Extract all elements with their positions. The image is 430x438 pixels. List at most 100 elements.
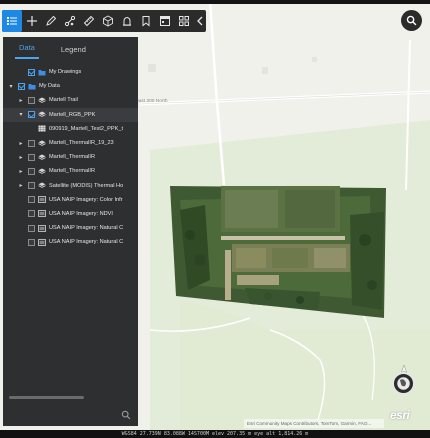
layer-row[interactable]: ▸ Satellite (MODIS) Thermal Ho (3, 179, 138, 193)
basemap-icon (159, 16, 170, 26)
layer-visibility-checkbox[interactable] (28, 68, 35, 76)
layer-visibility-checkbox[interactable] (18, 82, 25, 90)
capture-button[interactable] (117, 10, 136, 32)
layers-icon (38, 168, 46, 175)
layers-icon (38, 111, 46, 118)
layer-tree: My Drawings ▾ My Data ▸ Martell Trail ▾ Martel… (3, 65, 138, 249)
bookmark-button[interactable] (136, 10, 155, 32)
layers-list-button[interactable] (2, 10, 22, 32)
road-label: Oast 200 North (135, 99, 168, 104)
layer-visibility-checkbox[interactable] (28, 196, 35, 204)
chevron-right-icon[interactable]: ▸ (17, 167, 25, 175)
collapse-toolbar-button[interactable] (193, 10, 206, 32)
layer-label: Satellite (MODIS) Thermal Ho (49, 182, 124, 189)
layer-visibility-checkbox[interactable] (28, 238, 35, 246)
layer-row[interactable]: ▸ Martell_ThermalIR_19_23 (3, 136, 138, 150)
map-service-icon (38, 196, 46, 204)
pencil-icon (45, 15, 56, 26)
map-search-button[interactable] (401, 10, 422, 31)
bookmark-icon (142, 16, 149, 27)
layer-label: Martell_ThermalIR_19_23 (49, 140, 114, 147)
chevron-right-icon (17, 68, 25, 76)
ruler-icon (83, 15, 94, 27)
layer-visibility-checkbox[interactable] (28, 139, 35, 147)
layer-label: USA NAIP Imagery: Natural C (49, 239, 124, 246)
navigation-globe-button[interactable] (392, 372, 415, 395)
layers-list-icon (7, 17, 17, 25)
chevron-down-icon[interactable]: ▾ (17, 111, 25, 119)
layer-visibility-checkbox[interactable] (28, 182, 35, 190)
main-toolbar (2, 10, 206, 32)
folder-icon (28, 83, 36, 90)
window-top-strip (0, 0, 430, 4)
layer-visibility-checkbox[interactable] (28, 210, 35, 218)
layer-row[interactable]: USA NAIP Imagery: Natural C (3, 221, 138, 235)
layers-icon (38, 97, 46, 104)
map-service-icon (38, 238, 46, 246)
panel-search-icon[interactable] (121, 410, 131, 420)
apps-grid-button[interactable] (174, 10, 193, 32)
layer-visibility-checkbox[interactable] (28, 96, 35, 104)
chevron-right-icon[interactable]: ▸ (17, 182, 25, 190)
layer-visibility-checkbox[interactable] (28, 167, 35, 175)
chevron-right-icon[interactable]: ▸ (17, 139, 25, 147)
layer-label: Martell_RGB_PPK (49, 111, 96, 118)
layer-visibility-checkbox[interactable] (28, 153, 35, 161)
chevron-right-icon (17, 210, 25, 218)
3d-object-button[interactable] (98, 10, 117, 32)
layer-label: Martell_ThermalIR (49, 154, 96, 161)
folder-icon (38, 69, 46, 76)
layer-row[interactable]: ▸ Martell Trail (3, 93, 138, 107)
layer-label: 090919_Martell_Test2_PPK_t (49, 125, 124, 132)
layer-row[interactable]: ▸ Martell_ThermalIR (3, 150, 138, 164)
globe-icon (396, 376, 411, 391)
layer-row[interactable]: ▾ My Data (3, 79, 138, 93)
status-bar: WGS84 27.739N 83.088W 14S700M elev 207.3… (0, 430, 430, 438)
layer-visibility-checkbox[interactable] (28, 111, 35, 119)
layer-label: My Data (39, 83, 60, 90)
measure-icon (64, 15, 75, 27)
ruler-button[interactable] (79, 10, 98, 32)
esri-logo: esri (390, 408, 410, 422)
collapse-icon (196, 16, 202, 26)
layer-label: USA NAIP Imagery: Color Infr (49, 196, 123, 203)
layers-icon (38, 140, 46, 147)
chevron-down-icon[interactable]: ▾ (7, 82, 15, 90)
layer-row[interactable]: ▸ Martell_ThermalIR (3, 164, 138, 178)
attribution-text[interactable]: Esri Community Maps Contributors, TomTom… (244, 419, 384, 428)
raster-icon (38, 125, 46, 132)
add-button[interactable] (22, 10, 41, 32)
capture-icon (122, 16, 131, 26)
map-service-icon (38, 224, 46, 232)
chevron-right-icon (17, 238, 25, 246)
chevron-right-icon[interactable]: ▸ (17, 153, 25, 161)
layer-row[interactable]: USA NAIP Imagery: Color Infr (3, 193, 138, 207)
layer-label: My Drawings (49, 69, 82, 76)
layer-label: Martell Trail (49, 97, 78, 104)
chevron-right-icon (27, 125, 35, 133)
grid-icon (178, 16, 189, 26)
layer-row[interactable]: ▾ Martell_RGB_PPK (3, 107, 138, 122)
cube-icon (102, 15, 113, 27)
search-icon (406, 15, 417, 26)
layer-row[interactable]: 090919_Martell_Test2_PPK_t (3, 122, 138, 136)
chevron-right-icon (17, 196, 25, 204)
map-service-icon (38, 210, 46, 218)
add-icon (26, 16, 37, 26)
layer-row[interactable]: USA NAIP Imagery: Natural C (3, 235, 138, 249)
layer-label: USA NAIP Imagery: Natural C (49, 225, 124, 232)
draw-button[interactable] (41, 10, 60, 32)
layer-label: Martell_ThermalIR (49, 168, 96, 175)
layer-row[interactable]: USA NAIP Imagery: NDVI (3, 207, 138, 221)
panel-horizontal-scrollbar[interactable] (9, 396, 84, 399)
chevron-right-icon (17, 224, 25, 232)
layer-visibility-checkbox[interactable] (28, 224, 35, 232)
layers-icon (38, 182, 46, 189)
tab-data[interactable]: Data (15, 43, 39, 59)
panel-tabs: Data Legend (3, 37, 138, 59)
chevron-right-icon[interactable]: ▸ (17, 96, 25, 104)
basemap-button[interactable] (155, 10, 174, 32)
tab-legend[interactable]: Legend (57, 45, 90, 59)
layer-row[interactable]: My Drawings (3, 65, 138, 79)
measure-button[interactable] (60, 10, 79, 32)
